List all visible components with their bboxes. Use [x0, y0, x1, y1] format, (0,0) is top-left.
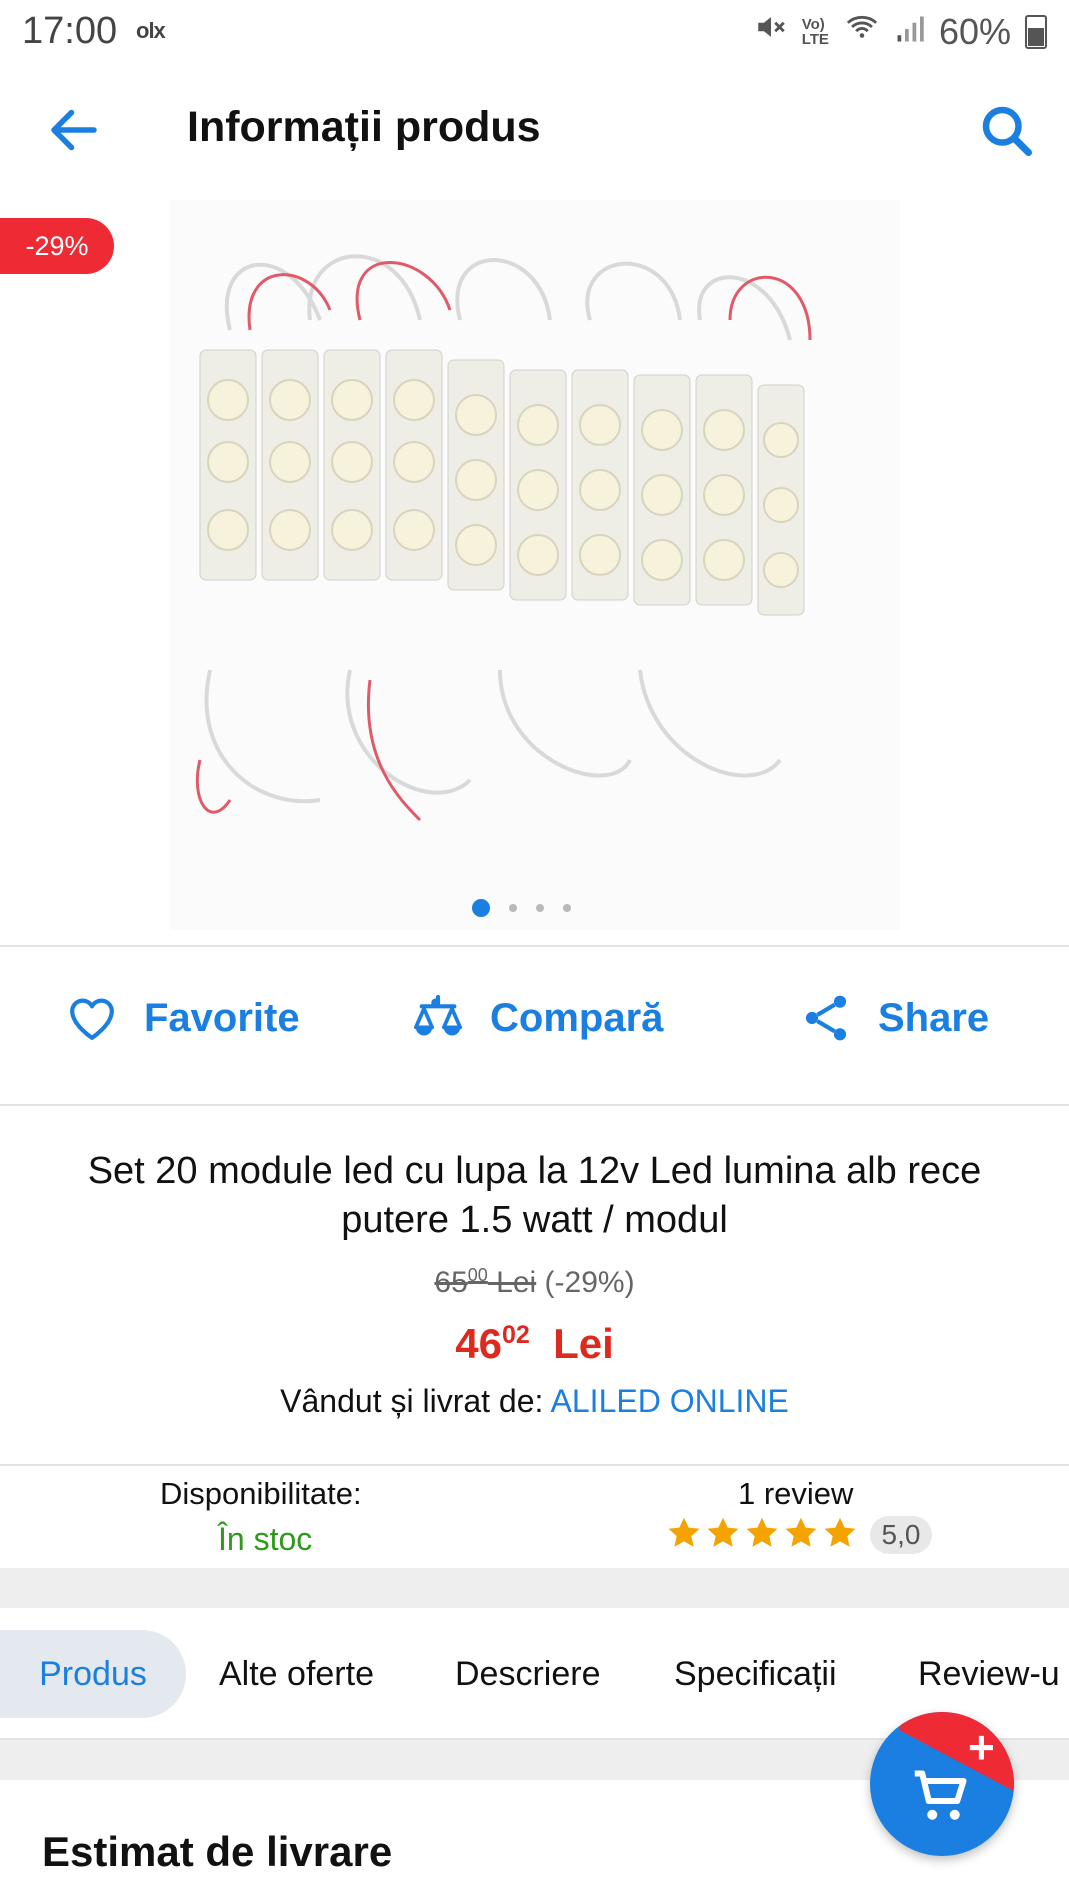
back-button[interactable] — [44, 100, 104, 160]
star-icon — [668, 1517, 700, 1547]
olx-notification-icon: olx — [136, 18, 166, 43]
divider — [0, 945, 1069, 947]
product-title: Set 20 module led cu lupa la 12v Led lum… — [87, 1150, 982, 1241]
arrow-left-icon — [51, 109, 97, 151]
review-count[interactable]: 1 review — [738, 1476, 853, 1512]
discount-percent: (-29%) — [544, 1266, 635, 1299]
share-button[interactable]: Share — [798, 990, 989, 1046]
rating-stars[interactable] — [666, 1515, 858, 1551]
star-icon — [785, 1517, 817, 1547]
battery-level: 60% — [938, 10, 1011, 52]
discount-badge: -29% — [0, 218, 114, 274]
seller-label: Vândut și livrat de: — [280, 1383, 544, 1419]
price: 4602 Lei — [0, 1320, 1069, 1368]
product-image[interactable] — [170, 200, 900, 930]
battery-icon — [1025, 14, 1047, 49]
gallery-dots[interactable] — [472, 899, 571, 917]
compare-label: Compară — [490, 995, 664, 1040]
tab-alte-oferte[interactable]: Alte oferte — [219, 1630, 374, 1718]
gallery-dot-4[interactable] — [563, 904, 571, 912]
led-modules-image — [195, 254, 812, 822]
availability-status: În stoc — [218, 1521, 313, 1557]
old-price-value: 6500 Lei — [434, 1265, 537, 1299]
add-to-cart-button[interactable]: + — [870, 1712, 1014, 1856]
compare-button[interactable]: Compară — [410, 990, 663, 1046]
share-icon — [805, 995, 847, 1041]
tab-produs[interactable]: Produs — [0, 1630, 186, 1718]
old-price-int: 65 — [434, 1266, 468, 1299]
tab-descriere[interactable]: Descriere — [455, 1630, 600, 1718]
signal-icon — [895, 11, 925, 53]
search-button[interactable] — [976, 100, 1036, 160]
favorite-button[interactable]: Favorite — [64, 990, 300, 1046]
wifi-icon — [843, 10, 881, 53]
star-icon — [746, 1517, 778, 1547]
tab-reviews[interactable]: Review-u — [918, 1630, 1060, 1718]
delivery-estimate-title: Estimat de livrare — [42, 1828, 393, 1875]
seller-link[interactable]: ALILED ONLINE — [551, 1383, 789, 1419]
star-icon — [824, 1517, 856, 1547]
gallery-dot-2[interactable] — [509, 904, 517, 912]
tab-specificatii[interactable]: Specificații — [674, 1630, 837, 1718]
page-title: Informații produs — [187, 103, 541, 151]
old-price: 6500 Lei (-29%) — [0, 1265, 1069, 1300]
scales-icon — [413, 994, 463, 1036]
rating-value: 5,0 — [870, 1516, 932, 1554]
share-label: Share — [878, 995, 990, 1040]
price-dec: 02 — [501, 1321, 530, 1349]
divider — [0, 1104, 1069, 1106]
availability-label: Disponibilitate: — [160, 1476, 362, 1511]
status-icons: Vo) LTE 60% — [754, 10, 1047, 53]
star-icon — [707, 1517, 739, 1547]
cart-icon — [914, 1770, 967, 1820]
favorite-label: Favorite — [144, 995, 300, 1040]
heart-icon — [70, 998, 114, 1040]
status-bar: 17:00 olx Vo) LTE 60% — [0, 0, 1069, 66]
separator-band — [0, 1568, 1069, 1608]
search-icon — [982, 106, 1032, 156]
gallery-dot-3[interactable] — [536, 904, 544, 912]
volte-icon: Vo) LTE — [801, 15, 829, 48]
seller-info: Vândut și livrat de: ALILED ONLINE — [0, 1383, 1069, 1420]
old-price-dec: 00 — [467, 1265, 488, 1285]
status-time: 17:00 — [22, 10, 118, 52]
price-int: 46 — [455, 1320, 502, 1367]
mute-icon — [754, 10, 788, 53]
old-price-currency: Lei — [487, 1266, 537, 1299]
price-currency: Lei — [553, 1320, 614, 1367]
divider — [0, 1464, 1069, 1466]
gallery-dot-1[interactable] — [472, 899, 490, 917]
